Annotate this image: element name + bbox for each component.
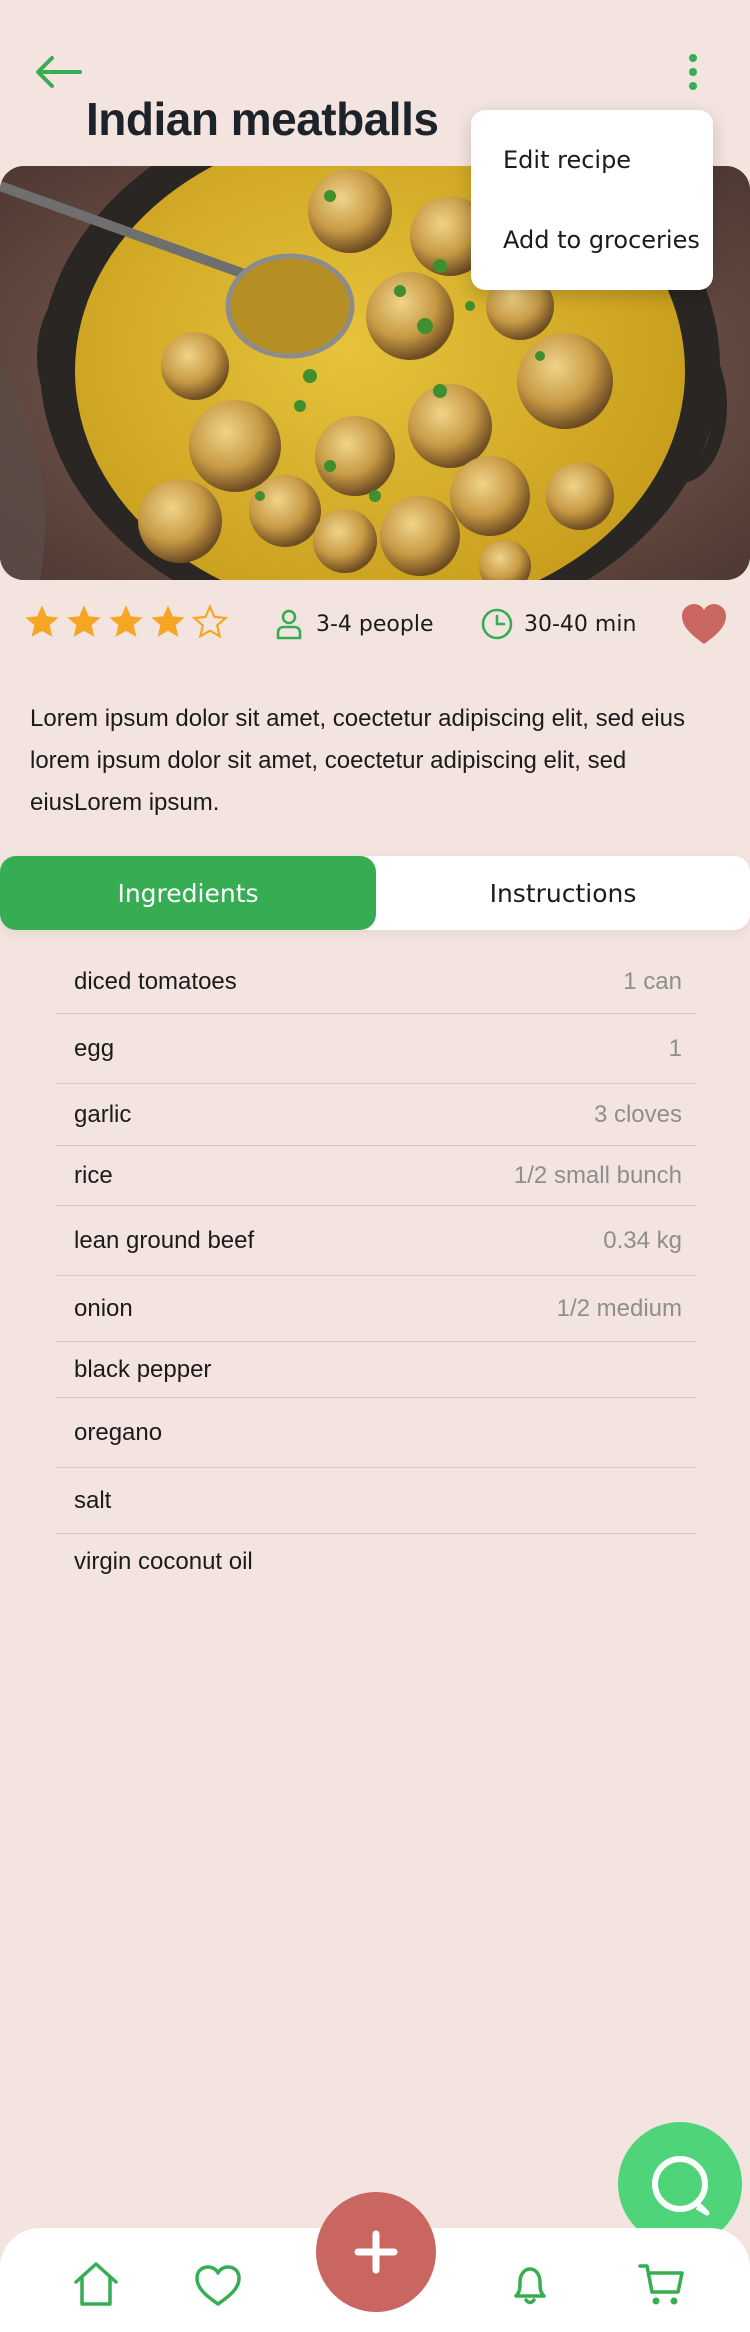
ingredient-row: salt: [56, 1468, 696, 1534]
ingredient-row: oregano: [56, 1398, 696, 1468]
ingredient-row: virgin coconut oil: [56, 1534, 696, 1590]
star-filled-icon: [67, 605, 101, 637]
nav-favorites-button[interactable]: [192, 2260, 244, 2312]
ingredient-name: oregano: [74, 1418, 163, 1446]
add-recipe-button[interactable]: [316, 2192, 436, 2312]
back-button[interactable]: [30, 50, 86, 94]
menu-item-edit-recipe[interactable]: Edit recipe: [503, 146, 631, 174]
home-icon: [74, 2262, 118, 2306]
options-menu: Edit recipe Add to groceries: [471, 110, 713, 290]
recipe-tabs: Ingredients Instructions: [0, 856, 750, 930]
kebab-menu-icon: [689, 54, 697, 90]
ingredient-name: black pepper: [74, 1355, 212, 1383]
ingredient-name: rice: [74, 1161, 113, 1189]
more-options-button[interactable]: [676, 48, 710, 98]
star-filled-icon: [151, 605, 185, 637]
person-icon: [276, 609, 302, 640]
heart-filled-icon: [682, 604, 726, 644]
star-outline-icon: [191, 603, 229, 639]
bell-icon: [514, 2267, 546, 2305]
ingredient-quantity: 1: [668, 1034, 682, 1062]
ingredient-name: garlic: [74, 1100, 132, 1128]
menu-item-add-to-groceries[interactable]: Add to groceries: [503, 226, 700, 254]
servings-info: 3-4 people: [272, 604, 434, 644]
nav-notifications-button[interactable]: [504, 2258, 556, 2310]
ingredient-list: diced tomatoes 1 can egg 1 garlic 3 clov…: [56, 950, 696, 1590]
star-filled-icon: [109, 605, 143, 637]
servings-label: 3-4 people: [316, 611, 434, 637]
ingredient-row: egg 1: [56, 1014, 696, 1084]
ingredient-quantity: 1 can: [623, 967, 682, 995]
ingredient-row: black pepper: [56, 1342, 696, 1398]
cart-icon: [638, 2264, 684, 2305]
page-title: Indian meatballs: [86, 93, 439, 145]
heart-outline-icon: [195, 2265, 241, 2306]
ingredient-name: egg: [74, 1034, 115, 1062]
ingredient-name: diced tomatoes: [74, 967, 237, 995]
favorite-button[interactable]: [680, 602, 728, 646]
chat-bubble-icon: [652, 2156, 710, 2216]
arrow-left-icon: [36, 56, 82, 88]
ingredient-quantity: 1/2 small bunch: [513, 1161, 682, 1189]
recipe-description: Lorem ipsum dolor sit amet, coectetur ad…: [30, 705, 685, 816]
ingredient-quantity: 0.34 kg: [603, 1226, 682, 1254]
tab-instructions[interactable]: Instructions: [376, 856, 750, 930]
tab-ingredients[interactable]: Ingredients: [0, 856, 376, 930]
star-filled-icon: [25, 605, 59, 637]
plus-icon: [354, 2230, 398, 2274]
ingredient-row: rice 1/2 small bunch: [56, 1146, 696, 1206]
ingredient-row: lean ground beef 0.34 kg: [56, 1206, 696, 1276]
ingredient-quantity: 3 cloves: [593, 1100, 682, 1128]
ingredient-row: garlic 3 cloves: [56, 1084, 696, 1146]
nav-cart-button[interactable]: [636, 2258, 688, 2310]
nav-home-button[interactable]: [70, 2258, 122, 2310]
cook-time-label: 30-40 min: [524, 611, 637, 637]
ingredient-row: onion 1/2 medium: [56, 1276, 696, 1342]
ingredient-name: lean ground beef: [74, 1226, 255, 1254]
ingredient-name: salt: [74, 1486, 112, 1514]
ingredient-name: virgin coconut oil: [74, 1548, 253, 1575]
clock-icon: [481, 608, 513, 640]
ingredient-quantity: 1/2 medium: [556, 1294, 682, 1322]
cook-time-info: 30-40 min: [480, 604, 636, 644]
ingredient-name: onion: [74, 1294, 133, 1322]
ingredient-row: diced tomatoes 1 can: [56, 950, 696, 1014]
recipe-screen: Indian meatballs Edit recipe Add to groc…: [0, 0, 750, 2332]
rating-stars[interactable]: [22, 602, 230, 646]
